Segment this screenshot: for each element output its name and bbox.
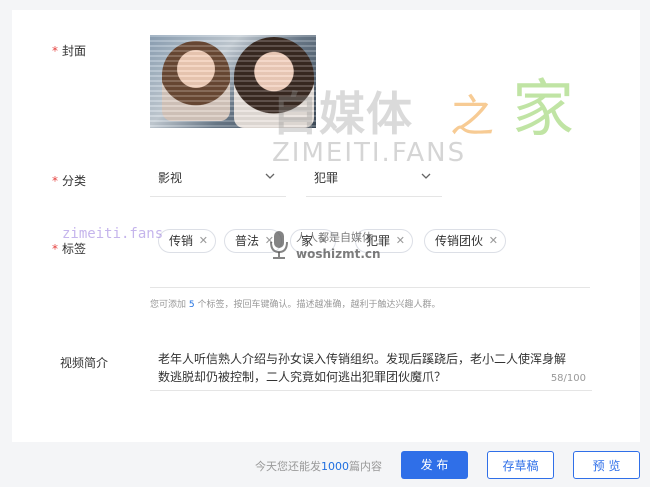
close-icon[interactable]: ✕ xyxy=(396,230,405,252)
tags-label: * 标签 xyxy=(52,240,86,257)
close-icon[interactable]: ✕ xyxy=(489,230,498,252)
description-counter: 58/100 xyxy=(550,373,586,384)
category-primary-value: 影视 xyxy=(158,171,183,185)
cover-label: * 封面 xyxy=(52,42,86,59)
required-mark: * xyxy=(52,242,58,256)
quota-number: 1000 xyxy=(321,460,349,473)
description-textarea[interactable]: 老年人听信熟人介绍与孙女误入传销组织。发现后蹊跷后，老小二人使浑身解数逃脱却仍被… xyxy=(150,344,592,391)
tag-text: 普法 xyxy=(235,234,260,248)
tags-label-text: 标签 xyxy=(62,242,87,256)
required-mark: * xyxy=(52,174,58,188)
tag-item: 传销 ✕ xyxy=(158,229,217,253)
publish-button[interactable]: 发 布 xyxy=(401,451,468,479)
watermark-woshi-cn: 人人都是自媒体 xyxy=(296,231,373,244)
tag-text: 传销 xyxy=(169,234,194,248)
hint-count: 5 xyxy=(188,300,195,310)
category-secondary-value: 犯罪 xyxy=(314,171,339,185)
watermark-brand-jia: 家 xyxy=(512,72,575,145)
description-label: 视频简介 xyxy=(60,356,109,370)
watermark-brand-en: ZIMEITI.FANS xyxy=(272,138,467,168)
footer-bar: 今天您还能发1000篇内容 发 布 存草稿 预 览 xyxy=(0,442,650,487)
hint-suffix: 个标签，按回车键确认。描述越准确，越利于触达兴趣人群。 xyxy=(197,300,441,310)
tag-item: 传销团伙 ✕ xyxy=(424,229,507,253)
watermark-brand-zhi: 之 xyxy=(450,91,494,142)
category-label-text: 分类 xyxy=(62,174,87,188)
tag-text: 传销团伙 xyxy=(435,234,484,248)
quota-suffix: 篇内容 xyxy=(349,460,382,473)
watermark-brand-cn: 自媒体 xyxy=(272,87,413,141)
quota-prefix: 今天您还能发 xyxy=(255,460,321,473)
chevron-down-icon xyxy=(265,173,275,179)
category-label: * 分类 xyxy=(52,172,86,189)
close-icon[interactable]: ✕ xyxy=(199,230,208,252)
description-text: 老年人听信熟人介绍与孙女误入传销组织。发现后蹊跷后，老小二人使浑身解数逃脱却仍被… xyxy=(158,352,567,384)
publish-quota: 今天您还能发1000篇内容 xyxy=(255,458,382,474)
required-mark: * xyxy=(52,44,58,58)
preview-button[interactable]: 预 览 xyxy=(573,451,640,479)
category-primary-select[interactable]: 影视 xyxy=(150,160,286,197)
microphone-icon xyxy=(270,231,288,259)
tags-hint: 您可添加 5 个标签，按回车键确认。描述越准确，越利于触达兴趣人群。 xyxy=(150,297,441,310)
chevron-down-icon xyxy=(421,173,431,179)
watermark-woshi-url: woshizmt.cn xyxy=(296,247,381,261)
cover-label-text: 封面 xyxy=(62,44,87,58)
save-draft-button[interactable]: 存草稿 xyxy=(487,451,554,479)
hint-prefix: 您可添加 xyxy=(150,300,187,310)
watermark-small-url: zimeiti.fans xyxy=(62,226,164,242)
